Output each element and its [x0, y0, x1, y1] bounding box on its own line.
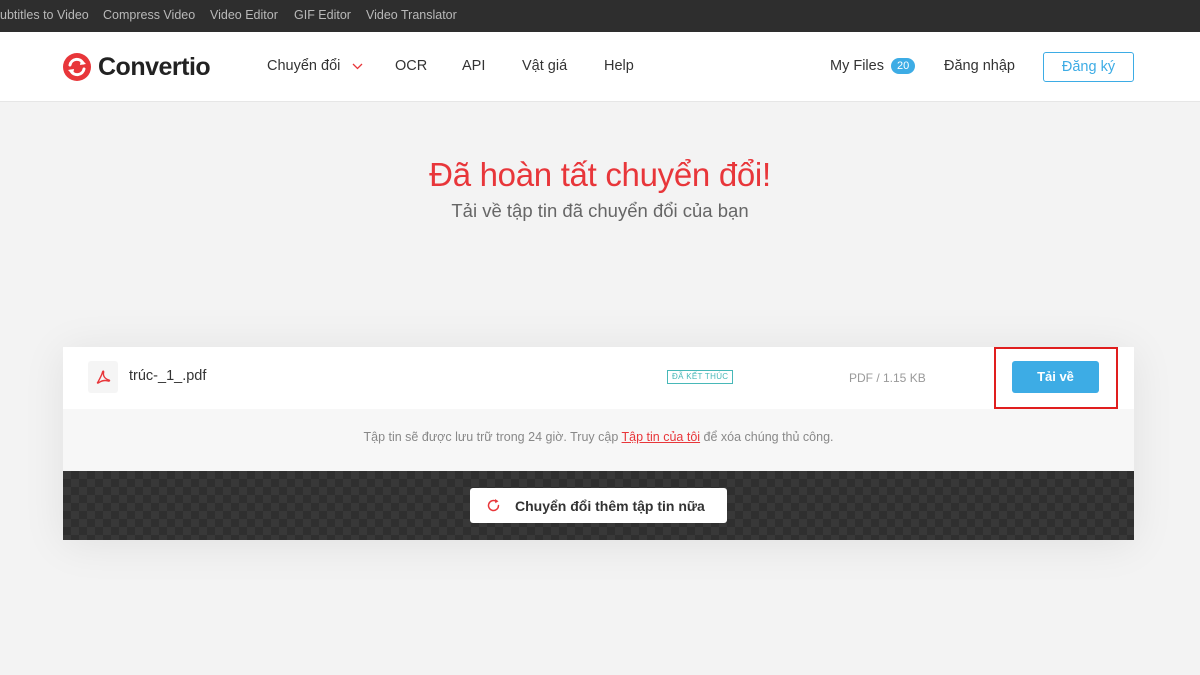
pdf-icon	[88, 361, 118, 393]
file-name: trúc-_1_.pdf	[129, 368, 207, 384]
status-badge: ĐÃ KẾT THÚC	[667, 370, 734, 384]
file-row: trúc-_1_.pdf ĐÃ KẾT THÚC PDF / 1.15 KB T…	[63, 347, 1134, 410]
page-subtitle: Tải về tập tin đã chuyển đổi của bạn	[451, 200, 749, 221]
convert-more-label: Chuyển đổi thêm tập tin nữa	[515, 497, 705, 514]
tool-link-subtitles-to-video[interactable]: ubtitles to Video	[0, 8, 89, 22]
download-button[interactable]: Tải về	[1012, 361, 1099, 393]
notice-text-before: Tập tin sẽ được lưu trữ trong 24 giờ. Tr…	[363, 430, 622, 444]
convert-more-area: Chuyển đổi thêm tập tin nữa	[63, 471, 1134, 540]
tool-link-compress-video[interactable]: Compress Video	[103, 8, 195, 22]
tool-link-gif-editor[interactable]: GIF Editor	[294, 8, 351, 22]
nav-convert-label: Chuyển đổi	[267, 58, 341, 74]
tool-link-video-editor[interactable]: Video Editor	[210, 8, 278, 22]
top-tools-bar: ubtitles to Video Compress Video Video E…	[0, 0, 1200, 32]
page-title: Đã hoàn tất chuyển đổi!	[429, 156, 771, 193]
convert-more-button[interactable]: Chuyển đổi thêm tập tin nữa	[470, 488, 727, 523]
chevron-down-icon	[352, 63, 363, 70]
my-files-notice-link[interactable]: Tập tin của tôi	[622, 430, 701, 444]
my-files-label: My Files	[830, 58, 884, 74]
notice-text-after: để xóa chúng thủ công.	[700, 430, 834, 444]
my-files-link[interactable]: My Files 20	[830, 58, 916, 74]
nav-help[interactable]: Help	[604, 58, 634, 74]
site-header: Convertio Chuyển đổi OCR API Vật giá Hel…	[0, 32, 1200, 102]
signup-button[interactable]: Đăng ký	[1043, 52, 1134, 82]
file-size: PDF / 1.15 KB	[849, 371, 926, 385]
my-files-count-badge: 20	[890, 58, 916, 74]
refresh-icon	[487, 499, 500, 512]
logo[interactable]: Convertio	[62, 52, 211, 82]
nav-api[interactable]: API	[462, 58, 485, 74]
conversion-result-card: trúc-_1_.pdf ĐÃ KẾT THÚC PDF / 1.15 KB T…	[63, 347, 1134, 540]
convertio-logo-icon	[63, 53, 91, 81]
logo-text: Convertio	[98, 52, 211, 81]
nav-ocr[interactable]: OCR	[395, 58, 427, 74]
login-link[interactable]: Đăng nhập	[944, 58, 1015, 74]
tool-link-video-translator[interactable]: Video Translator	[366, 8, 457, 22]
storage-notice: Tập tin sẽ được lưu trữ trong 24 giờ. Tr…	[63, 409, 1134, 471]
nav-pricing[interactable]: Vật giá	[522, 58, 567, 74]
nav-convert[interactable]: Chuyển đổi	[267, 58, 363, 74]
